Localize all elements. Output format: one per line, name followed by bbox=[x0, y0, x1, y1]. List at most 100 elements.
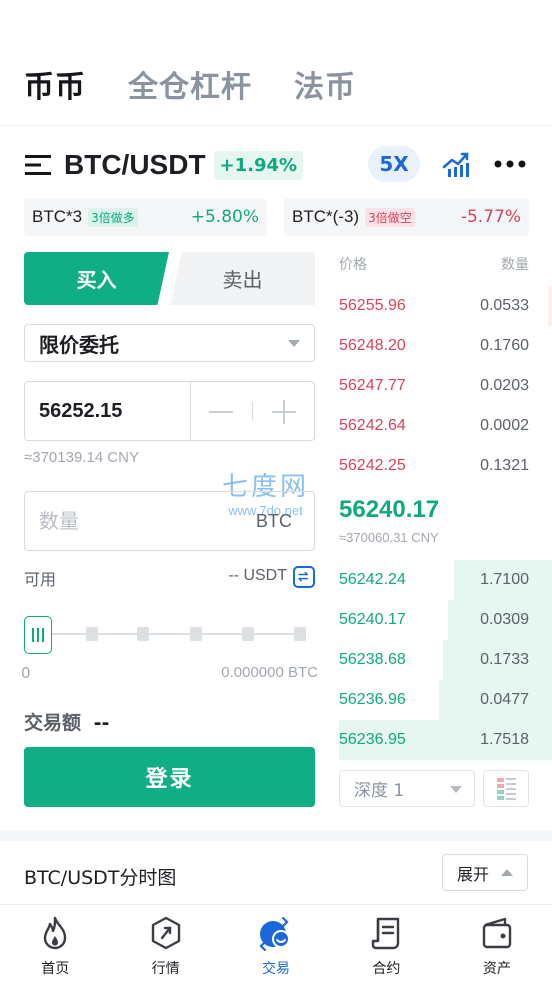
slider-node-100[interactable] bbox=[294, 627, 306, 641]
qty-header: 数量 bbox=[501, 257, 529, 273]
bid-price: 56236.95 bbox=[339, 731, 406, 748]
orderbook-layout-icon bbox=[497, 778, 516, 800]
expand-label: 展开 bbox=[457, 864, 490, 884]
last-price[interactable]: 56240.17 bbox=[339, 496, 439, 524]
ask-depth-bar bbox=[547, 286, 552, 326]
bid-qty: 1.7100 bbox=[480, 571, 529, 588]
bid-row[interactable]: 56242.24 1.7100 bbox=[339, 560, 552, 600]
available-label: 可用 bbox=[24, 570, 57, 589]
nav-home[interactable]: 首页 bbox=[0, 905, 110, 981]
sell-tab[interactable]: 卖出 bbox=[170, 252, 315, 305]
orderbook-header: 价格 数量 bbox=[339, 254, 529, 274]
price-field[interactable]: 56252.15 bbox=[24, 381, 315, 441]
trade-icon bbox=[259, 916, 291, 952]
ask-row[interactable]: 56242.64 0.0002 bbox=[339, 406, 552, 446]
wallet-icon bbox=[482, 917, 512, 949]
nav-trade[interactable]: 交易 bbox=[221, 905, 331, 981]
amount-field[interactable]: BTC bbox=[24, 491, 315, 551]
side-tabs: 买入 卖出 bbox=[24, 252, 315, 305]
nav-contract[interactable]: 合约 bbox=[331, 905, 441, 981]
more-icon[interactable] bbox=[494, 154, 526, 174]
slider-node-20[interactable] bbox=[86, 627, 98, 641]
available-row: 可用 -- USDT bbox=[24, 566, 315, 589]
nav-label: 行情 bbox=[151, 961, 180, 977]
transfer-icon[interactable] bbox=[293, 566, 315, 588]
depth-label: 深度 1 bbox=[354, 781, 405, 801]
expand-button[interactable]: 展开 bbox=[442, 854, 528, 891]
slider-track bbox=[44, 633, 305, 635]
nav-label: 合约 bbox=[372, 961, 401, 977]
bid-price: 56240.17 bbox=[339, 611, 406, 628]
slider-max-label: 0.000000 BTC bbox=[221, 664, 318, 681]
bottom-nav: 首页 行情 交易 合约 资产 bbox=[0, 904, 552, 981]
nav-assets[interactable]: 资产 bbox=[442, 905, 552, 981]
chevron-up-icon bbox=[501, 869, 513, 876]
kline-chart-icon[interactable] bbox=[442, 150, 470, 178]
slider-handle[interactable] bbox=[24, 616, 52, 654]
amount-input[interactable] bbox=[39, 492, 239, 550]
ask-row[interactable]: 56248.20 0.1760 bbox=[339, 326, 552, 366]
total-label: 交易额 bbox=[24, 712, 82, 734]
login-button[interactable]: 登录 bbox=[24, 747, 315, 807]
fire-icon bbox=[44, 916, 67, 950]
bid-qty: 1.7518 bbox=[480, 731, 529, 748]
slider-node-80[interactable] bbox=[242, 627, 254, 641]
tab-fiat[interactable]: 法币 bbox=[294, 62, 356, 106]
bid-qty: 0.0477 bbox=[480, 691, 529, 708]
ask-price: 56247.77 bbox=[339, 377, 406, 394]
slider-node-60[interactable] bbox=[190, 627, 202, 641]
chart-title: BTC/USDT分时图 bbox=[24, 867, 177, 889]
top-tabs: 币币 全仓杠杆 法币 bbox=[24, 62, 356, 106]
last-price-cny: ≈370060.31 CNY bbox=[339, 530, 439, 545]
etf-card-long[interactable]: BTC*3 3倍做多 +5.80% bbox=[24, 198, 267, 236]
pair-name[interactable]: BTC/USDT bbox=[64, 149, 206, 181]
amount-slider[interactable] bbox=[24, 614, 315, 654]
bid-row[interactable]: 56238.68 0.1733 bbox=[339, 640, 552, 680]
bid-row[interactable]: 56236.96 0.0477 bbox=[339, 680, 552, 720]
ask-qty: 0.1760 bbox=[480, 337, 529, 354]
menu-icon[interactable] bbox=[24, 153, 52, 177]
stepper-divider bbox=[252, 402, 253, 420]
etf-name: BTC*3 bbox=[32, 207, 83, 226]
orderbook-layout-button[interactable] bbox=[483, 770, 529, 807]
etf-card-short[interactable]: BTC*(-3) 3倍做空 -5.77% bbox=[284, 198, 529, 236]
ask-price: 56248.20 bbox=[339, 337, 406, 354]
etf-tag: 3倍做多 bbox=[88, 207, 138, 227]
section-divider bbox=[0, 830, 552, 841]
pair-bar: BTC/USDT +1.94% 5X bbox=[24, 146, 532, 184]
depth-select[interactable]: 深度 1 bbox=[339, 770, 475, 807]
chart-section: BTC/USDT分时图 展开 bbox=[24, 854, 528, 892]
bid-row[interactable]: 56236.95 1.7518 bbox=[339, 720, 552, 760]
bid-qty: 0.1733 bbox=[480, 651, 529, 668]
ask-qty: 0.1321 bbox=[480, 457, 529, 474]
price-value[interactable]: 56252.15 bbox=[39, 400, 122, 423]
tab-spot[interactable]: 币币 bbox=[24, 62, 86, 106]
ask-row[interactable]: 56242.25 0.1321 bbox=[339, 446, 552, 486]
etf-tag: 3倍做空 bbox=[365, 207, 415, 227]
total-row: 交易额 -- bbox=[24, 708, 109, 735]
ask-row[interactable]: 56255.96 0.0533 bbox=[339, 286, 552, 326]
minus-icon[interactable] bbox=[209, 402, 235, 422]
order-type-select[interactable]: 限价委托 bbox=[24, 324, 315, 362]
nav-market[interactable]: 行情 bbox=[110, 905, 220, 981]
bid-qty: 0.0309 bbox=[480, 611, 529, 628]
bid-price: 56236.96 bbox=[339, 691, 406, 708]
ask-price: 56242.25 bbox=[339, 457, 406, 474]
ask-row[interactable]: 56247.77 0.0203 bbox=[339, 366, 552, 406]
slider-node-40[interactable] bbox=[137, 627, 149, 641]
amount-unit: BTC bbox=[256, 511, 292, 531]
tab-margin[interactable]: 全仓杠杆 bbox=[128, 62, 252, 106]
header-divider bbox=[0, 125, 552, 126]
chevron-down-icon bbox=[288, 340, 300, 347]
etf-change: +5.80% bbox=[190, 207, 259, 227]
etf-name: BTC*(-3) bbox=[292, 207, 360, 226]
leverage-button[interactable]: 5X bbox=[368, 146, 420, 182]
total-value: -- bbox=[93, 712, 110, 734]
buy-tab[interactable]: 买入 bbox=[24, 252, 169, 305]
pair-change-badge: +1.94% bbox=[213, 150, 304, 180]
price-stepper bbox=[190, 382, 314, 440]
ask-price: 56255.96 bbox=[339, 297, 406, 314]
bid-row[interactable]: 56240.17 0.0309 bbox=[339, 600, 552, 640]
etf-change: -5.77% bbox=[460, 207, 521, 227]
plus-icon[interactable] bbox=[271, 399, 297, 425]
